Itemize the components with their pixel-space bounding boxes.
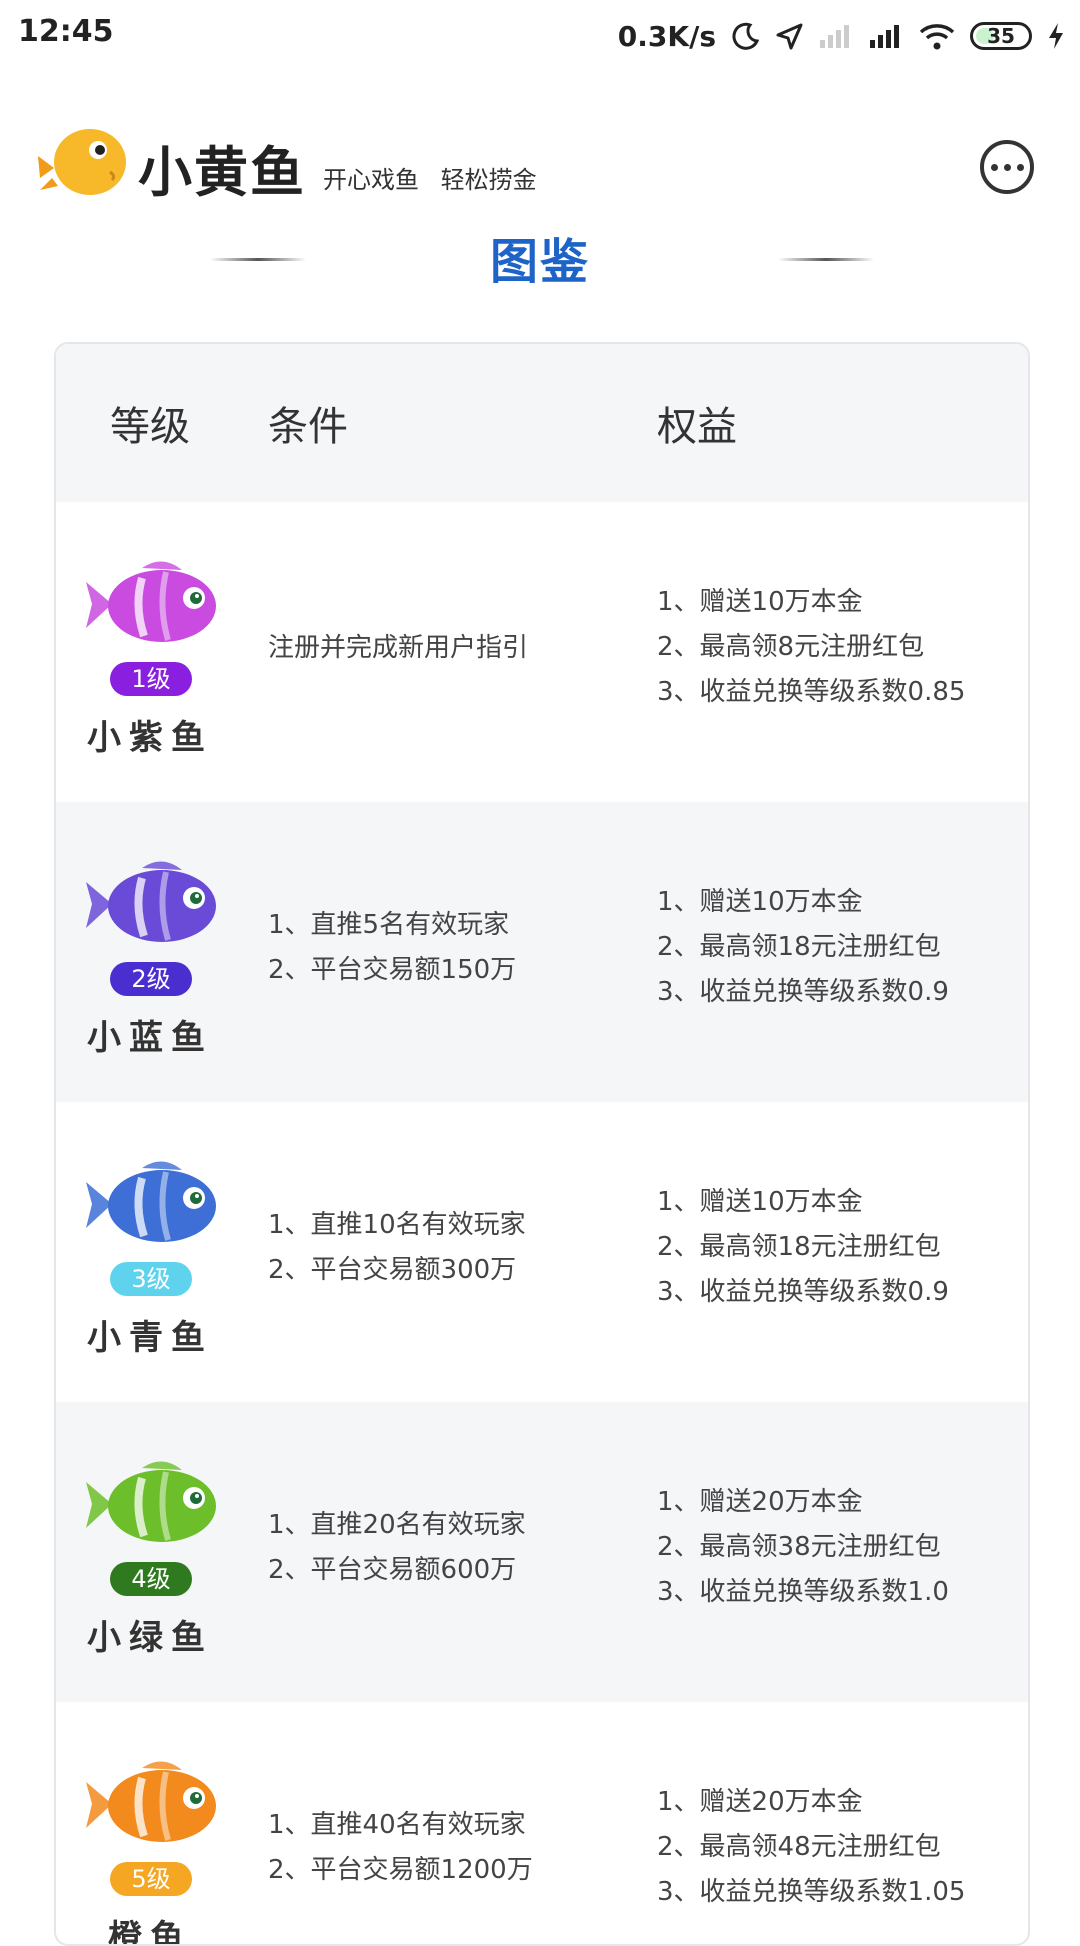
- table-row: 2级小蓝鱼 1、直推5名有效玩家 2、平台交易额150万 1、赠送10万本金 2、最高领…: [56, 802, 1028, 1102]
- page-title: 图鉴: [489, 234, 590, 290]
- benefit-line: 1、赠送10万本金: [657, 587, 863, 617]
- condition-line: 2、平台交易额1200万: [268, 1855, 533, 1885]
- brand-name: 小黄鱼: [138, 141, 306, 204]
- signal-none-icon: [820, 25, 849, 48]
- condition-line: 1、直推5名有效玩家: [268, 910, 510, 940]
- benefit-line: 3、收益兑换等级系数1.05: [657, 1877, 966, 1907]
- moon-icon: [732, 22, 760, 50]
- benefit-line: 2、最高领38元注册红包: [657, 1532, 941, 1562]
- level-badge: 5级: [110, 1862, 192, 1896]
- level-badge: 1级: [110, 662, 192, 696]
- title-divider-right: [778, 258, 874, 261]
- fish-icon: [86, 861, 216, 942]
- status-icons: 0.3K/s 35: [618, 12, 1066, 60]
- condition-line: 注册并完成新用户指引: [268, 633, 529, 663]
- header-level: 等级: [110, 404, 190, 450]
- condition-line: 2、平台交易额600万: [268, 1555, 517, 1585]
- benefit-line: 2、最高领18元注册红包: [657, 1232, 941, 1262]
- level-badge: 3级: [110, 1262, 192, 1296]
- benefit-line: 1、赠送10万本金: [657, 1187, 863, 1217]
- fish-name: 小绿鱼: [87, 1618, 213, 1658]
- benefit-line: 1、赠送10万本金: [657, 887, 863, 917]
- header-benefit: 权益: [657, 404, 737, 450]
- benefit-line: 2、最高领8元注册红包: [657, 632, 925, 662]
- table-row: 5级橙鱼 1、直推40名有效玩家 2、平台交易额1200万 1、赠送20万本金 2、最高…: [56, 1702, 1028, 1946]
- benefit-line: 1、赠送20万本金: [657, 1487, 863, 1517]
- more-dot-icon: [1016, 163, 1024, 171]
- benefit-line: 3、收益兑换等级系数0.9: [657, 977, 949, 1007]
- wifi-icon: [919, 24, 955, 50]
- fish-level-table: 等级 条件 权益 1级小紫鱼 注册并完成新用户指引 1、赠送10万本金 2、最高领8元…: [54, 342, 1030, 1946]
- benefit-line: 1、赠送20万本金: [657, 1787, 863, 1817]
- header-condition: 条件: [268, 404, 348, 450]
- table-header: 等级 条件 权益: [56, 344, 1028, 502]
- benefit-line: 3、收益兑换等级系数0.9: [657, 1277, 949, 1307]
- condition-line: 2、平台交易额300万: [268, 1255, 517, 1285]
- benefit-line: 2、最高领48元注册红包: [657, 1832, 941, 1862]
- benefit-line: 2、最高领18元注册红包: [657, 932, 941, 962]
- battery-indicator: 35: [970, 22, 1032, 50]
- table-body: 1级小紫鱼 注册并完成新用户指引 1、赠送10万本金 2、最高领8元注册红包 3、收益兑…: [56, 502, 1028, 1946]
- status-bar: 12:45 0.3K/s 35: [0, 0, 1080, 72]
- app-header: 小黄鱼 开心戏鱼 轻松捞金: [0, 100, 1080, 230]
- level-badge: 4级: [110, 1562, 192, 1596]
- location-arrow-icon: [776, 23, 803, 50]
- level-badge: 2级: [110, 962, 192, 996]
- charging-icon: [1049, 23, 1063, 49]
- more-dot-icon: [1003, 163, 1011, 171]
- benefit-line: 3、收益兑换等级系数0.85: [657, 677, 966, 707]
- fish-icon: [86, 1161, 216, 1242]
- more-options-button[interactable]: [980, 140, 1034, 194]
- condition-line: 1、直推40名有效玩家: [268, 1810, 526, 1840]
- condition-line: 1、直推20名有效玩家: [268, 1510, 526, 1540]
- table-row: 4级小绿鱼 1、直推20名有效玩家 2、平台交易额600万 1、赠送20万本金 2、最高…: [56, 1402, 1028, 1702]
- fish-name: 小紫鱼: [87, 718, 213, 758]
- signal-icon: [870, 25, 899, 48]
- network-speed: 0.3K/s: [617, 19, 716, 53]
- fish-name: 橙鱼: [108, 1918, 192, 1946]
- yellow-fish-logo-icon: [38, 129, 126, 195]
- fish-icon: [86, 1461, 216, 1542]
- fish-icon: [86, 561, 216, 642]
- benefit-line: 3、收益兑换等级系数1.0: [657, 1577, 949, 1607]
- condition-line: 2、平台交易额150万: [268, 955, 517, 985]
- condition-line: 1、直推10名有效玩家: [268, 1210, 526, 1240]
- battery-level: 35: [987, 24, 1015, 48]
- fish-icon: [86, 1761, 216, 1842]
- table-row: 3级小青鱼 1、直推10名有效玩家 2、平台交易额300万 1、赠送10万本金 2、最高…: [56, 1102, 1028, 1402]
- fish-name: 小蓝鱼: [87, 1018, 213, 1058]
- fish-name: 小青鱼: [87, 1318, 213, 1358]
- table-row: 1级小紫鱼 注册并完成新用户指引 1、赠送10万本金 2、最高领8元注册红包 3、收益兑…: [56, 502, 1028, 802]
- status-time: 12:45: [18, 14, 114, 49]
- more-dot-icon: [990, 163, 998, 171]
- brand-slogan: 开心戏鱼 轻松捞金: [323, 166, 537, 194]
